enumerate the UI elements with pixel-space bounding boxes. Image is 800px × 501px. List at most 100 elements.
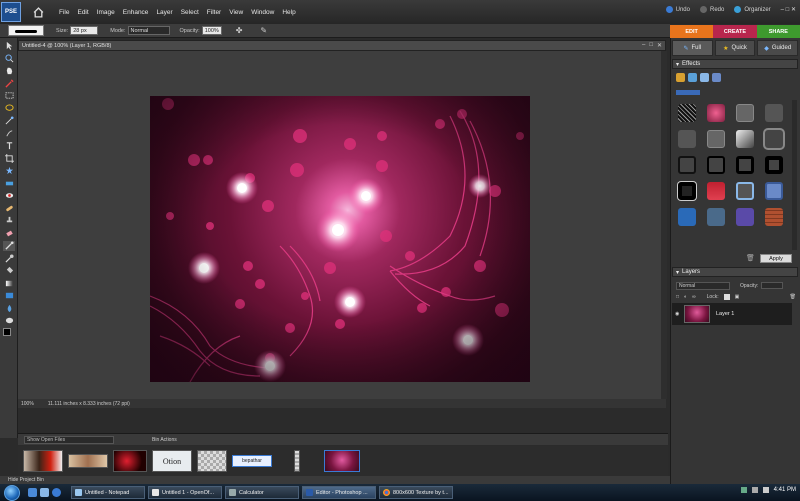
network-icon[interactable]	[751, 487, 758, 493]
cookie-cutter-tool[interactable]	[3, 166, 15, 176]
organizer-button[interactable]: Organizer	[734, 6, 771, 13]
straighten-tool[interactable]	[3, 178, 15, 188]
brush-tool[interactable]	[3, 240, 15, 251]
effect-thumb[interactable]	[736, 130, 754, 148]
effects-category-select[interactable]	[676, 90, 700, 95]
effect-thumb[interactable]	[707, 208, 725, 226]
layer-opacity-field[interactable]	[761, 282, 784, 289]
effects-panel-header[interactable]: ▾ Effects	[672, 59, 798, 69]
home-button[interactable]	[29, 3, 47, 21]
photo-effects-icon[interactable]	[700, 73, 709, 82]
tab-edit[interactable]: EDIT	[670, 25, 714, 38]
bin-thumbnail[interactable]: Otion	[152, 450, 192, 472]
effect-thumb[interactable]	[736, 156, 754, 174]
zoom-tool[interactable]	[3, 53, 15, 63]
lock-pixels-icon[interactable]	[723, 293, 730, 300]
document-window-controls[interactable]: – □ ✕	[642, 42, 662, 49]
mode-select[interactable]: Normal	[127, 26, 170, 35]
effects-trash-icon[interactable]: 🗑	[746, 254, 755, 262]
effect-thumb[interactable]	[678, 208, 696, 226]
menu-window[interactable]: Window	[251, 9, 274, 16]
document-canvas-image[interactable]	[150, 96, 530, 382]
effect-thumb[interactable]	[678, 182, 696, 200]
layers-panel-header[interactable]: ▾ Layers	[672, 267, 798, 277]
red-eye-tool[interactable]	[3, 191, 15, 201]
magic-wand-tool[interactable]	[3, 116, 15, 126]
undo-button[interactable]: Undo	[665, 6, 690, 13]
layer-name[interactable]: Layer 1	[716, 311, 734, 317]
effect-thumb[interactable]	[678, 156, 696, 174]
menu-help[interactable]: Help	[282, 9, 295, 16]
vertical-scrollbar[interactable]	[661, 51, 667, 399]
window-controls[interactable]: – □ ✕	[781, 6, 796, 13]
task-calculator[interactable]: Calculator	[225, 486, 299, 499]
menu-image[interactable]: Image	[97, 9, 115, 16]
type-tool[interactable]	[3, 141, 15, 151]
menu-edit[interactable]: Edit	[77, 9, 88, 16]
bin-thumbnail[interactable]	[23, 450, 63, 472]
start-button[interactable]	[4, 484, 20, 501]
menu-layer[interactable]: Layer	[156, 9, 172, 16]
zoom-level[interactable]: 100%	[21, 401, 34, 407]
effect-thumb[interactable]	[765, 208, 783, 226]
browser-icon[interactable]	[52, 488, 61, 497]
redo-button[interactable]: Redo	[699, 6, 724, 13]
menu-filter[interactable]: Filter	[207, 9, 221, 16]
bin-thumbnail[interactable]	[113, 450, 147, 472]
hide-project-bin-toggle[interactable]: Hide Project Bin	[0, 476, 670, 484]
lasso-tool[interactable]	[3, 103, 15, 113]
task-browser[interactable]: 800x600 Texture by t...	[379, 486, 453, 499]
subtab-full[interactable]: ✎ Full	[672, 40, 713, 56]
bin-show-select[interactable]: Show Open Files	[24, 435, 114, 444]
bin-thumbnail[interactable]	[294, 450, 300, 472]
effect-thumb[interactable]	[707, 104, 725, 122]
hand-tool[interactable]	[3, 66, 15, 76]
size-field[interactable]: 28 px	[70, 26, 99, 35]
bin-thumbnail-active[interactable]	[324, 450, 360, 472]
task-openoffice[interactable]: Untitled 1 - OpenOf...	[148, 486, 222, 499]
effect-thumb[interactable]	[707, 156, 725, 174]
opacity-field[interactable]: 100%	[201, 26, 222, 35]
move-tool[interactable]	[3, 41, 15, 51]
clone-stamp-tool[interactable]	[3, 216, 15, 226]
effect-thumb[interactable]	[765, 156, 783, 174]
paint-bucket-tool[interactable]	[3, 266, 15, 276]
eyedropper-tool[interactable]	[3, 78, 15, 88]
document-info[interactable]: 11.111 inches x 8.333 inches (72 ppi)	[48, 401, 130, 407]
apply-button[interactable]: Apply	[760, 254, 792, 263]
effect-thumb[interactable]	[707, 130, 725, 148]
effect-thumb[interactable]	[736, 208, 754, 226]
tray-icon[interactable]	[740, 487, 747, 493]
blur-tool[interactable]	[3, 303, 15, 313]
new-layer-icon[interactable]: □	[676, 294, 679, 300]
menu-select[interactable]: Select	[181, 9, 199, 16]
sponge-tool[interactable]	[3, 316, 15, 326]
bin-thumbnail[interactable]	[68, 454, 108, 468]
tab-create[interactable]: CREATE	[713, 25, 757, 38]
effect-thumb[interactable]	[736, 104, 754, 122]
layer-styles-icon[interactable]	[688, 73, 697, 82]
subtab-quick[interactable]: ★ Quick	[714, 40, 756, 56]
subtab-guided[interactable]: ◆ Guided	[757, 40, 799, 56]
tab-share[interactable]: SHARE	[756, 25, 800, 38]
layers-trash-icon[interactable]: 🗑	[790, 294, 796, 300]
effect-thumb-selected[interactable]	[765, 130, 783, 148]
effect-thumb[interactable]	[678, 104, 696, 122]
effect-thumb[interactable]	[765, 182, 783, 200]
effect-thumb[interactable]	[765, 104, 783, 122]
link-icon[interactable]: ∞	[692, 294, 696, 300]
brush-preset-picker[interactable]	[8, 25, 44, 36]
effect-thumb[interactable]	[707, 182, 725, 200]
eraser-tool[interactable]	[3, 228, 15, 238]
switch-windows-icon[interactable]	[40, 488, 49, 497]
bin-thumbnail[interactable]	[197, 450, 227, 472]
tablet-options-icon[interactable]: ✎	[260, 26, 267, 35]
task-photoshop[interactable]: Editor - Photoshop ...	[302, 486, 376, 499]
airbrush-icon[interactable]: ✤	[236, 26, 243, 35]
crop-tool[interactable]	[3, 153, 15, 163]
all-effects-icon[interactable]	[712, 73, 721, 82]
smart-brush-tool[interactable]	[3, 253, 15, 263]
spot-healing-tool[interactable]	[3, 203, 15, 213]
clock[interactable]: 4:41 PM	[774, 487, 796, 493]
effects-scrollbar[interactable]	[792, 100, 797, 250]
